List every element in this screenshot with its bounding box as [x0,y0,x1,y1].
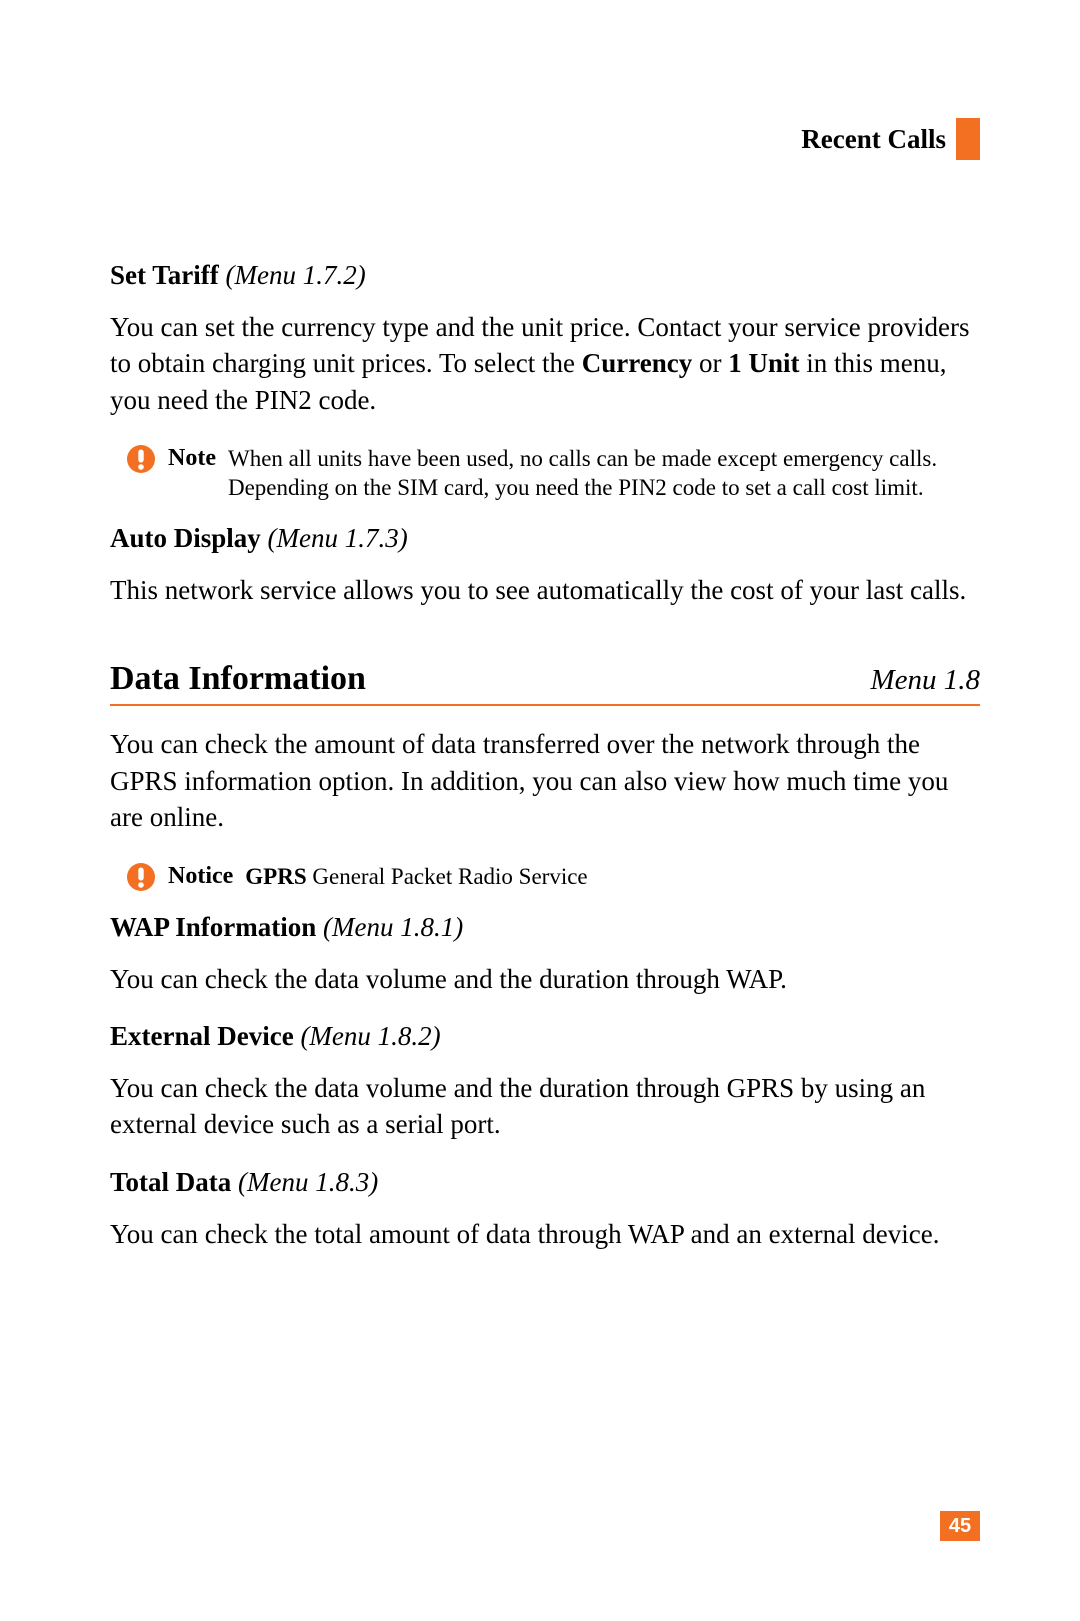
note-body: When all units have been used, no calls … [228,442,980,503]
paragraph-data-info: You can check the amount of data transfe… [110,726,980,835]
manual-page: Recent Calls Set Tariff (Menu 1.7.2) You… [0,0,1080,1621]
paragraph-total-data: You can check the total amount of data t… [110,1216,980,1252]
notice-body: GPRS General Packet Radio Service [245,860,587,892]
text-run: or [692,348,728,378]
subheading-total-data: Total Data (Menu 1.8.3) [110,1167,980,1198]
alert-icon [126,862,156,892]
subheading-menu-ref: (Menu 1.8.2) [300,1021,440,1051]
paragraph-wap-info: You can check the data volume and the du… [110,961,980,997]
subheading-set-tariff: Set Tariff (Menu 1.7.2) [110,260,980,291]
subheading-menu-ref: (Menu 1.7.3) [268,523,408,553]
bold-gprs: GPRS [245,864,306,889]
subheading-menu-ref: (Menu 1.8.1) [323,912,463,942]
note-label: Note [168,442,216,472]
section-title: Data Information [110,660,366,698]
subheading-title: WAP Information [110,912,316,942]
subheading-menu-ref: (Menu 1.7.2) [226,260,366,290]
page-content: Set Tariff (Menu 1.7.2) You can set the … [110,260,980,1252]
subheading-auto-display: Auto Display (Menu 1.7.3) [110,523,980,554]
paragraph-set-tariff: You can set the currency type and the un… [110,309,980,418]
note-callout: Note When all units have been used, no c… [126,442,980,503]
header-title: Recent Calls [801,124,946,155]
notice-callout: Notice GPRS General Packet Radio Service [126,860,980,892]
subheading-external-device: External Device (Menu 1.8.2) [110,1021,980,1052]
paragraph-auto-display: This network service allows you to see a… [110,572,980,608]
alert-icon [126,444,156,474]
subheading-title: External Device [110,1021,294,1051]
page-header: Recent Calls [801,118,980,160]
section-menu-ref: Menu 1.8 [870,664,980,697]
subheading-title: Set Tariff [110,260,219,290]
notice-label: Notice [168,860,233,890]
subheading-title: Auto Display [110,523,261,553]
subheading-menu-ref: (Menu 1.8.3) [238,1167,378,1197]
text-run: General Packet Radio Service [307,864,588,889]
header-tab-icon [956,118,980,160]
subheading-title: Total Data [110,1167,231,1197]
page-number: 45 [940,1511,980,1541]
section-heading-data-information: Data Information Menu 1.8 [110,660,980,706]
bold-currency: Currency [582,348,692,378]
paragraph-ext-dev: You can check the data volume and the du… [110,1070,980,1143]
subheading-wap-information: WAP Information (Menu 1.8.1) [110,912,980,943]
bold-1unit: 1 Unit [728,348,799,378]
